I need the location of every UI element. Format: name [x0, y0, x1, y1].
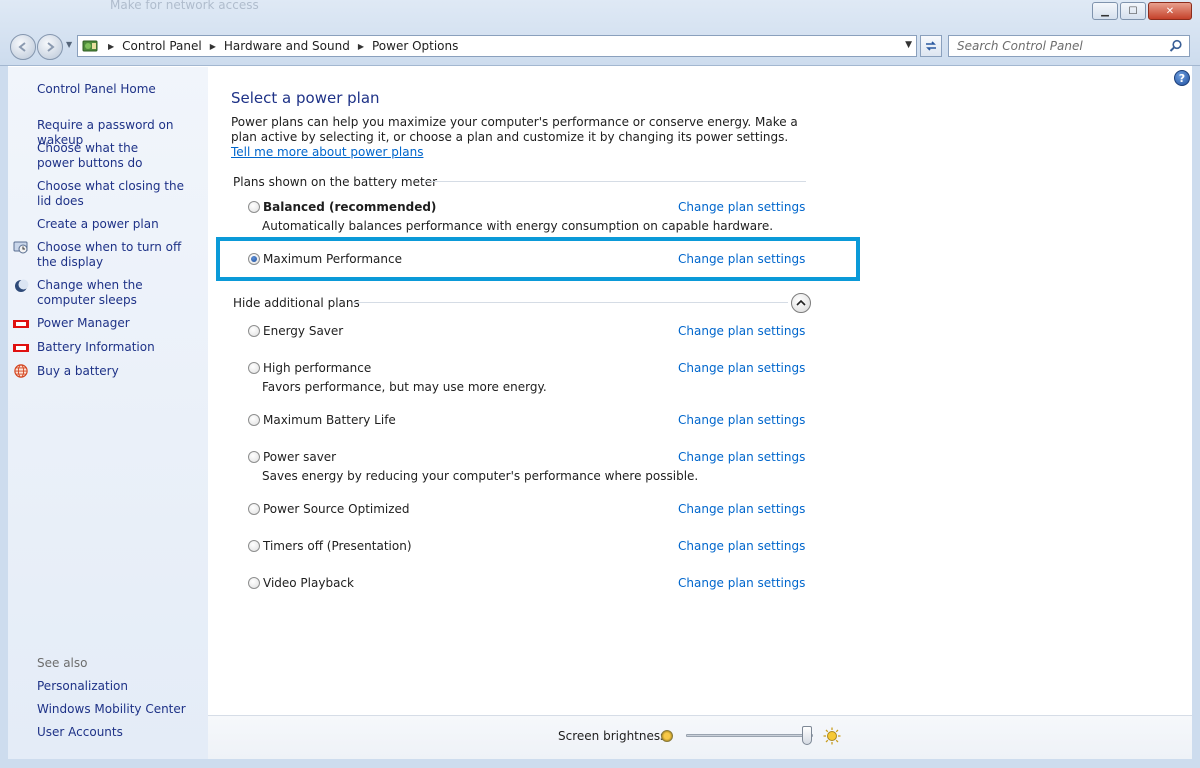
refresh-button[interactable] [920, 35, 942, 57]
breadcrumb-power-options[interactable]: Power Options [372, 39, 458, 53]
maximize-button[interactable]: ☐ [1120, 2, 1146, 20]
sidebar-buy-battery[interactable]: Buy a battery [37, 364, 207, 379]
group-header-shown: Plans shown on the battery meter [233, 175, 438, 189]
plan-radio-selected[interactable] [248, 253, 260, 265]
change-plan-settings-link[interactable]: Change plan settings [678, 361, 805, 375]
brightness-slider-thumb[interactable] [802, 726, 812, 745]
refresh-icon [926, 41, 936, 51]
plan-name[interactable]: Power saver [263, 450, 336, 464]
plan-radio[interactable] [248, 451, 260, 463]
plan-radio[interactable] [248, 362, 260, 374]
plan-name[interactable]: Timers off (Presentation) [263, 539, 412, 553]
divider [353, 302, 788, 303]
plan-name[interactable]: Power Source Optimized [263, 502, 410, 516]
arrow-left-icon [18, 42, 26, 52]
help-icon[interactable]: ? [1174, 70, 1190, 86]
recent-pages-dropdown[interactable]: ▼ [66, 40, 72, 49]
main-content: ? Select a power plan Power plans can he… [208, 67, 1192, 715]
brightness-slider-track[interactable] [686, 734, 813, 737]
divider [426, 181, 806, 182]
window-chrome: Make for network access ▁ ☐ ✕ ▼ ▶ Contro… [0, 0, 1200, 66]
see-also-mobility-center[interactable]: Windows Mobility Center [37, 702, 207, 717]
tell-me-more-link[interactable]: Tell me more about power plans [231, 145, 423, 159]
change-plan-settings-link[interactable]: Change plan settings [678, 252, 805, 266]
sidebar-control-panel-home[interactable]: Control Panel Home [37, 82, 207, 97]
plan-radio[interactable] [248, 325, 260, 337]
breadcrumb: ▶ Control Panel ▶ Hardware and Sound ▶ P… [106, 39, 458, 53]
sidebar-power-buttons[interactable]: Choose what the power buttons do [37, 141, 177, 171]
window-frame-left [0, 66, 8, 759]
plan-name[interactable]: High performance [263, 361, 371, 375]
change-plan-settings-link[interactable]: Change plan settings [678, 413, 805, 427]
collapse-button[interactable] [791, 293, 811, 313]
group-header-hidden[interactable]: Hide additional plans [233, 296, 360, 310]
display-icon [13, 241, 28, 254]
globe-icon [14, 364, 28, 378]
window-frame-right [1192, 66, 1200, 759]
address-dropdown-icon[interactable]: ▼ [905, 40, 912, 50]
chevron-right-icon[interactable]: ▶ [358, 42, 364, 51]
plan-description: Favors performance, but may use more ene… [262, 380, 547, 394]
plan-radio[interactable] [248, 577, 260, 589]
change-plan-settings-link[interactable]: Change plan settings [678, 450, 805, 464]
chevron-right-icon[interactable]: ▶ [210, 42, 216, 51]
page-title: Select a power plan [231, 89, 380, 107]
sidebar-battery-information[interactable]: Battery Information [37, 340, 207, 355]
battery-info-icon [13, 344, 29, 352]
moon-icon [15, 279, 29, 292]
address-bar[interactable]: ▶ Control Panel ▶ Hardware and Sound ▶ P… [77, 35, 917, 57]
minimize-button[interactable]: ▁ [1092, 2, 1118, 20]
forward-button[interactable] [37, 34, 63, 60]
sidebar-computer-sleeps[interactable]: Change when the computer sleeps [37, 278, 197, 308]
plan-name[interactable]: Video Playback [263, 576, 354, 590]
back-button[interactable] [10, 34, 36, 60]
close-button[interactable]: ✕ [1148, 2, 1192, 20]
intro-body: Power plans can help you maximize your c… [231, 115, 798, 144]
intro-text: Power plans can help you maximize your c… [231, 115, 811, 160]
plan-radio[interactable] [248, 201, 260, 213]
plan-radio[interactable] [248, 503, 260, 515]
change-plan-settings-link[interactable]: Change plan settings [678, 502, 805, 516]
change-plan-settings-link[interactable]: Change plan settings [678, 200, 805, 214]
chevron-up-icon [796, 299, 806, 306]
sidebar-turn-off-display[interactable]: Choose when to turn off the display [37, 240, 197, 270]
search-input[interactable] [957, 39, 1157, 53]
brightness-dim-icon [661, 730, 673, 742]
search-box [948, 35, 1190, 57]
change-plan-settings-link[interactable]: Change plan settings [678, 539, 805, 553]
breadcrumb-hardware-and-sound[interactable]: Hardware and Sound [224, 39, 350, 53]
brightness-bar: Screen brightness: [208, 715, 1192, 759]
power-manager-icon [13, 320, 29, 328]
plan-radio[interactable] [248, 540, 260, 552]
see-also-user-accounts[interactable]: User Accounts [37, 725, 207, 740]
navigation-bar: ▼ ▶ Control Panel ▶ Hardware and Sound ▶… [0, 32, 1200, 60]
window-controls: ▁ ☐ ✕ [1092, 2, 1192, 20]
plan-name[interactable]: Energy Saver [263, 324, 343, 338]
change-plan-settings-link[interactable]: Change plan settings [678, 576, 805, 590]
brightness-full-icon [823, 727, 841, 745]
change-plan-settings-link[interactable]: Change plan settings [678, 324, 805, 338]
plan-name[interactable]: Balanced (recommended) [263, 200, 436, 214]
sidebar-closing-lid[interactable]: Choose what closing the lid does [37, 179, 192, 209]
sidebar: Control Panel Home Require a password on… [8, 67, 208, 759]
plan-description: Automatically balances performance with … [262, 219, 774, 233]
chevron-right-icon: ▶ [108, 41, 115, 51]
plan-name[interactable]: Maximum Battery Life [263, 413, 396, 427]
see-also-heading: See also [37, 656, 88, 670]
breadcrumb-control-panel[interactable]: Control Panel [122, 39, 202, 53]
faded-background-text: Make for network access [110, 0, 259, 12]
plan-description: Saves energy by reducing your computer's… [262, 469, 699, 483]
brightness-label: Screen brightness: [558, 729, 671, 743]
plan-name[interactable]: Maximum Performance [263, 252, 402, 266]
search-icon[interactable] [1169, 39, 1183, 53]
sidebar-create-plan[interactable]: Create a power plan [37, 217, 207, 232]
control-panel-icon [82, 40, 98, 52]
plan-radio[interactable] [248, 414, 260, 426]
arrow-right-icon [47, 42, 55, 52]
sidebar-power-manager[interactable]: Power Manager [37, 316, 207, 331]
see-also-personalization[interactable]: Personalization [37, 679, 207, 694]
window-frame-bottom [0, 759, 1200, 768]
